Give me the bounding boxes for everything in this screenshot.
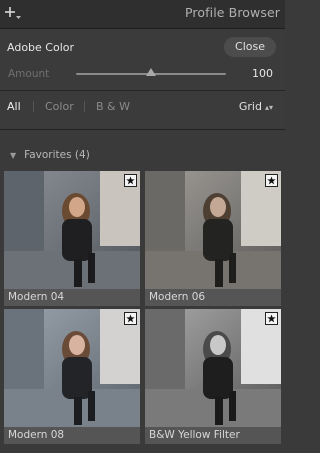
tab-color[interactable]: Color <box>45 100 74 113</box>
amount-value[interactable]: 100 <box>252 67 273 80</box>
amount-label: Amount <box>8 68 50 80</box>
profile-thumbnail <box>4 309 140 427</box>
profile-thumbnail <box>4 171 140 289</box>
profile-name-label: Modern 08 <box>8 429 65 441</box>
profile-thumbnail <box>145 171 281 289</box>
title-bar: Profile Browser <box>0 0 285 29</box>
profile-tile-modern-04[interactable]: Modern 04 <box>4 171 140 306</box>
profile-name-label: Modern 04 <box>8 291 65 303</box>
tile-caption: Modern 04 <box>4 289 140 306</box>
profile-name: Adobe Color <box>7 41 75 54</box>
tab-all[interactable]: All <box>7 100 21 113</box>
panel-title: Profile Browser <box>185 5 280 20</box>
view-mode-label: Grid <box>238 100 262 113</box>
close-button[interactable]: Close <box>224 37 276 57</box>
profile-tile-bw-yellow-filter[interactable]: B&W Yellow Filter <box>145 309 281 444</box>
tab-separator <box>33 101 34 112</box>
add-plus-icon[interactable] <box>4 5 22 21</box>
favorite-star-icon[interactable] <box>124 174 137 187</box>
favorites-section-header[interactable]: ▼ Favorites (4) <box>10 149 90 161</box>
profile-name-label: B&W Yellow Filter <box>149 429 240 441</box>
tab-separator <box>84 101 85 112</box>
tab-bw[interactable]: B & W <box>96 100 130 113</box>
favorite-star-icon[interactable] <box>124 312 137 325</box>
profile-tile-modern-06[interactable]: Modern 06 <box>145 171 281 306</box>
view-mode-select[interactable]: Grid ▴▾ <box>239 100 273 113</box>
tile-caption: Modern 06 <box>145 289 281 306</box>
filter-tabs: All Color B & W Grid ▴▾ <box>0 91 285 127</box>
tile-caption: B&W Yellow Filter <box>145 427 281 444</box>
chevron-updown-icon: ▴▾ <box>264 103 273 112</box>
tile-caption: Modern 08 <box>4 427 140 444</box>
amount-slider-thumb[interactable] <box>146 68 156 76</box>
profile-name-label: Modern 06 <box>149 291 206 303</box>
favorite-star-icon[interactable] <box>265 174 278 187</box>
favorites-label: Favorites (4) <box>24 149 90 161</box>
disclosure-triangle-icon: ▼ <box>10 151 17 160</box>
profile-tile-modern-08[interactable]: Modern 08 <box>4 309 140 444</box>
profile-thumbnail <box>145 309 281 427</box>
profile-panel: Adobe Color Close Amount 100 <box>0 29 285 90</box>
favorite-star-icon[interactable] <box>265 312 278 325</box>
